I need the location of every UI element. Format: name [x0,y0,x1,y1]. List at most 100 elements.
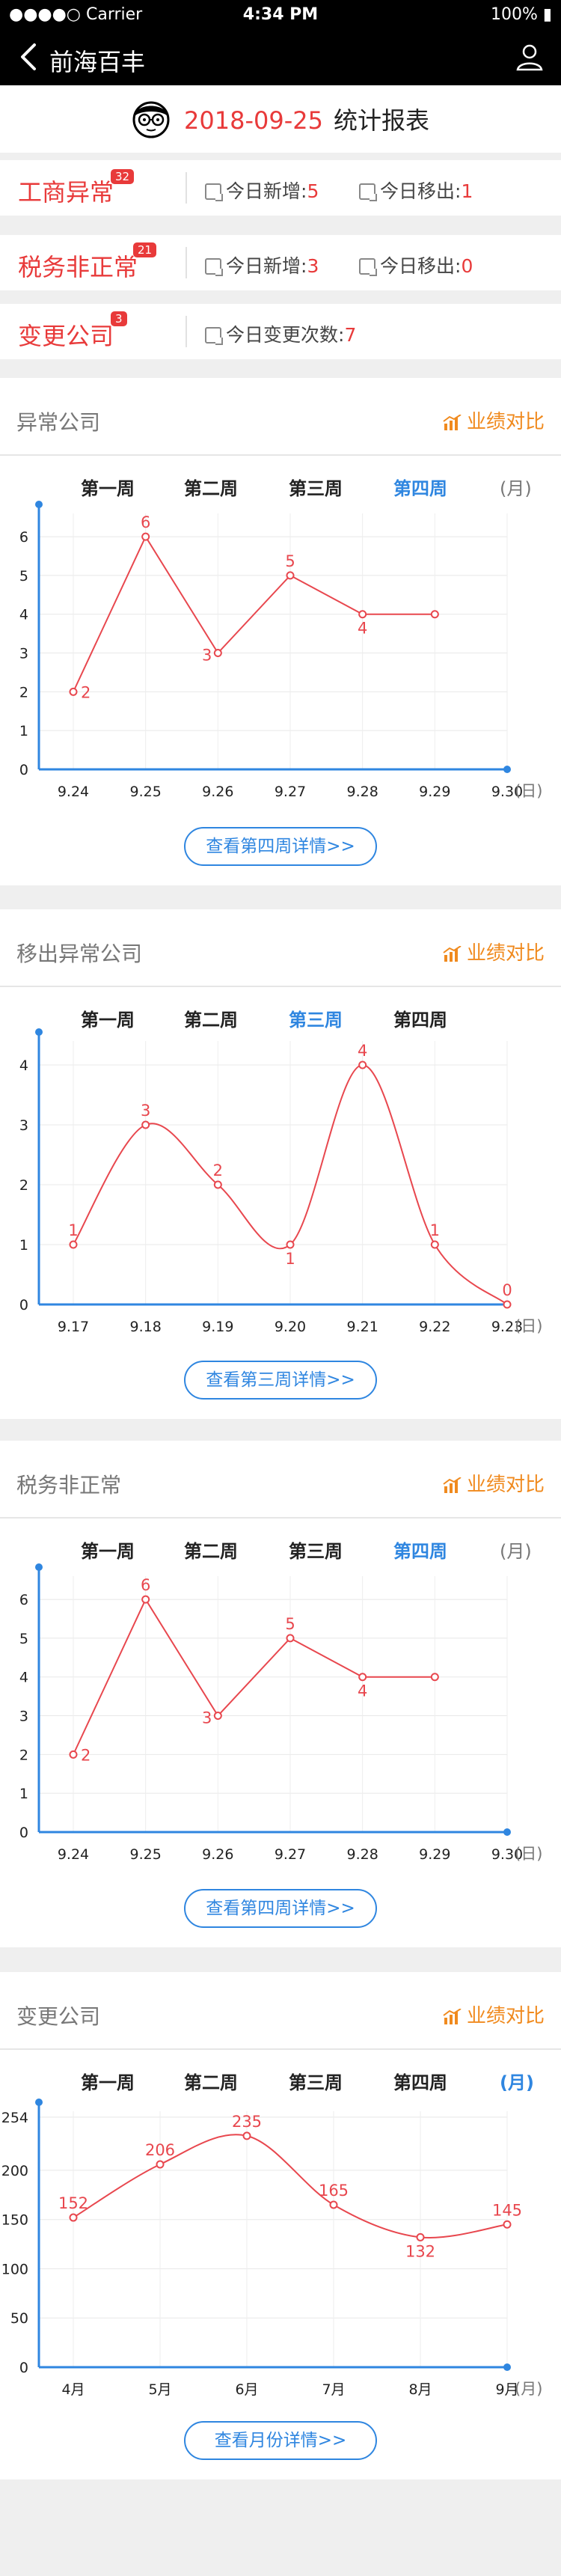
data-point [286,1240,295,1249]
line-chart: 01234569.24 9.25 9.26 9.27 9.28 9.29 9.30(日)26… [19,1563,542,1863]
y-tick-label: 1 [19,1786,28,1802]
data-label: 4 [358,620,367,638]
tab-5[interactable]: (月) [500,2068,534,2094]
tab-2[interactable]: 第二周 [184,2068,238,2094]
data-point [430,1240,439,1249]
data-label: 0 [502,1281,512,1299]
data-label: 145 [492,2201,522,2219]
data-label: 4 [358,1682,367,1700]
x-tick-label: 9.19 [202,1319,233,1335]
data-point [69,1240,78,1249]
y-tick-label: 2 [19,684,28,701]
x-tick-label: 9.29 [419,1846,450,1863]
back-arrow-icon[interactable] [13,40,46,73]
summary-name: 税务非正常 [18,253,138,281]
section-title: 异常公司 [16,410,101,435]
x-tick-label: 9.26 [202,784,233,800]
section-title: 移出异常公司 [16,941,143,966]
compare-link[interactable]: 业绩对比 [443,406,545,434]
edit-icon [205,327,223,345]
y-tick-label: 3 [19,1709,28,1725]
today-added: 今日新增:3 [205,251,319,278]
y-tick-label: 6 [19,1592,28,1608]
today-added: 今日新增:5 [205,177,319,204]
view-details-button[interactable]: 查看第四周详情>> [184,1889,377,1928]
compare-link[interactable]: 业绩对比 [443,938,545,965]
y-tick-label: 2 [19,1747,28,1763]
line-chart: 0501001502002544月 5月 6月 7月 8月 9月(月)1522062351… [1,2099,542,2398]
data-point [156,2160,165,2169]
y-tick-label: 0 [19,1825,28,1841]
data-point [69,687,78,696]
data-label: 3 [202,1709,212,1727]
data-label: 5 [285,1615,295,1633]
data-point [503,1300,512,1309]
x-tick-label: 9.25 [130,784,162,800]
data-point [141,1595,150,1604]
data-label: 206 [145,2141,175,2159]
axis-end-dot [35,501,43,508]
summary-row-tax[interactable]: 税务非正常 21 今日新增:3 今日移出:0 [0,235,561,290]
summary-row-business[interactable]: 工商异常 32 今日新增:5 今日移出:1 [0,160,561,216]
x-tick-label: 9.27 [275,784,306,800]
today-added-value: 3 [307,255,319,277]
section-title-bar: 税务非正常 业绩对比 [0,1441,561,1519]
count-badge: 21 [133,242,157,257]
y-tick-label: 5 [19,568,28,585]
axis-end-dot [35,1028,43,1036]
avatar-face-icon [132,101,170,138]
x-unit-label: (日) [515,782,542,800]
data-label: 1 [68,1221,78,1239]
view-details-button[interactable]: 查看第三周详情>> [184,1361,377,1400]
y-tick-label: 4 [19,1670,28,1686]
view-details-button[interactable]: 查看第四周详情>> [184,827,377,866]
axis-end-dot [503,1828,511,1836]
compare-link[interactable]: 业绩对比 [443,2000,545,2028]
data-label: 4 [358,1042,367,1060]
data-point [416,2232,425,2241]
data-label: 2 [213,1162,223,1179]
axis-end-dot [35,2099,43,2106]
today-removed: 今日移出:0 [359,251,473,278]
data-point [213,1712,222,1721]
series-line [73,2134,508,2239]
today-removed-value: 1 [461,180,473,202]
view-details-button[interactable]: 查看月份详情>> [184,2421,377,2460]
x-tick-label: 9.29 [419,784,450,800]
y-tick-label: 3 [19,646,28,662]
data-label: 5 [285,552,295,570]
data-point [213,1180,222,1189]
today-changes-value: 7 [344,324,357,346]
y-tick-label: 5 [19,1631,28,1647]
tab-1[interactable]: 第一周 [81,2068,135,2094]
x-tick-label: 9.22 [419,1319,450,1335]
edit-icon [205,258,223,276]
section-title-bar: 异常公司 业绩对比 [0,378,561,456]
tab-3[interactable]: 第三周 [289,2068,343,2094]
bar-chart-icon [443,1477,462,1493]
y-tick-label: 200 [1,2163,28,2179]
data-label: 1 [430,1221,440,1239]
report-date: 2018-09-25 [184,106,323,135]
x-tick-label: 9.28 [347,784,378,800]
x-unit-label: (日) [515,1845,542,1863]
tab-4[interactable]: 第四周 [393,2068,447,2094]
x-tick-label: 9.18 [130,1319,162,1335]
today-removed: 今日移出:1 [359,177,473,204]
axis-end-dot [503,766,511,773]
data-label: 2 [81,1746,91,1764]
x-tick-label: 9.20 [275,1319,306,1335]
data-label: 235 [232,2113,262,2131]
today-added-label: 今日新增: [226,180,307,202]
compare-label: 业绩对比 [466,942,545,965]
x-tick-label: 7月 [322,2381,345,2398]
user-icon[interactable] [515,42,545,72]
count-badge: 3 [111,311,127,326]
data-label: 1 [285,1250,295,1268]
compare-link[interactable]: 业绩对比 [443,1469,545,1497]
today-removed-label: 今日移出: [380,180,462,202]
data-point [69,1750,78,1759]
status-bar: ●●●●○ Carrier 4:34 PM 100% ▮ [0,0,561,30]
clock: 4:34 PM [242,5,319,24]
summary-row-change[interactable]: 变更公司 3 今日变更次数:7 [0,304,561,359]
